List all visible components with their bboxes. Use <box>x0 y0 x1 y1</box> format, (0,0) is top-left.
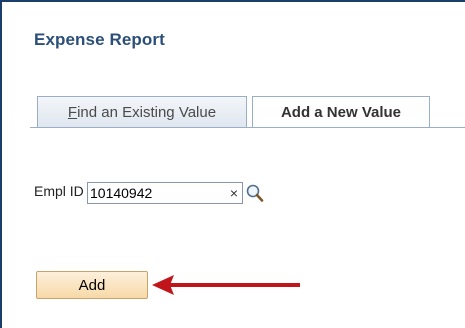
page-title: Expense Report <box>34 30 165 49</box>
empl-id-field[interactable] <box>87 182 243 204</box>
add-button[interactable]: Add <box>36 271 148 299</box>
arrow-icon <box>152 275 300 295</box>
close-icon[interactable]: × <box>227 183 241 203</box>
tab-find-label: ind an Existing Value <box>77 103 217 121</box>
search-icon[interactable] <box>245 182 265 204</box>
empl-id-label: Empl ID <box>34 183 84 199</box>
tab-find-accesskey: F <box>67 103 78 121</box>
tab-find-existing-value[interactable]: Find an Existing Value <box>37 96 247 127</box>
tab-add-label: Add a New Value <box>280 104 402 121</box>
tab-divider <box>30 127 465 128</box>
tab-add-new-value[interactable]: Add a New Value <box>252 96 430 128</box>
